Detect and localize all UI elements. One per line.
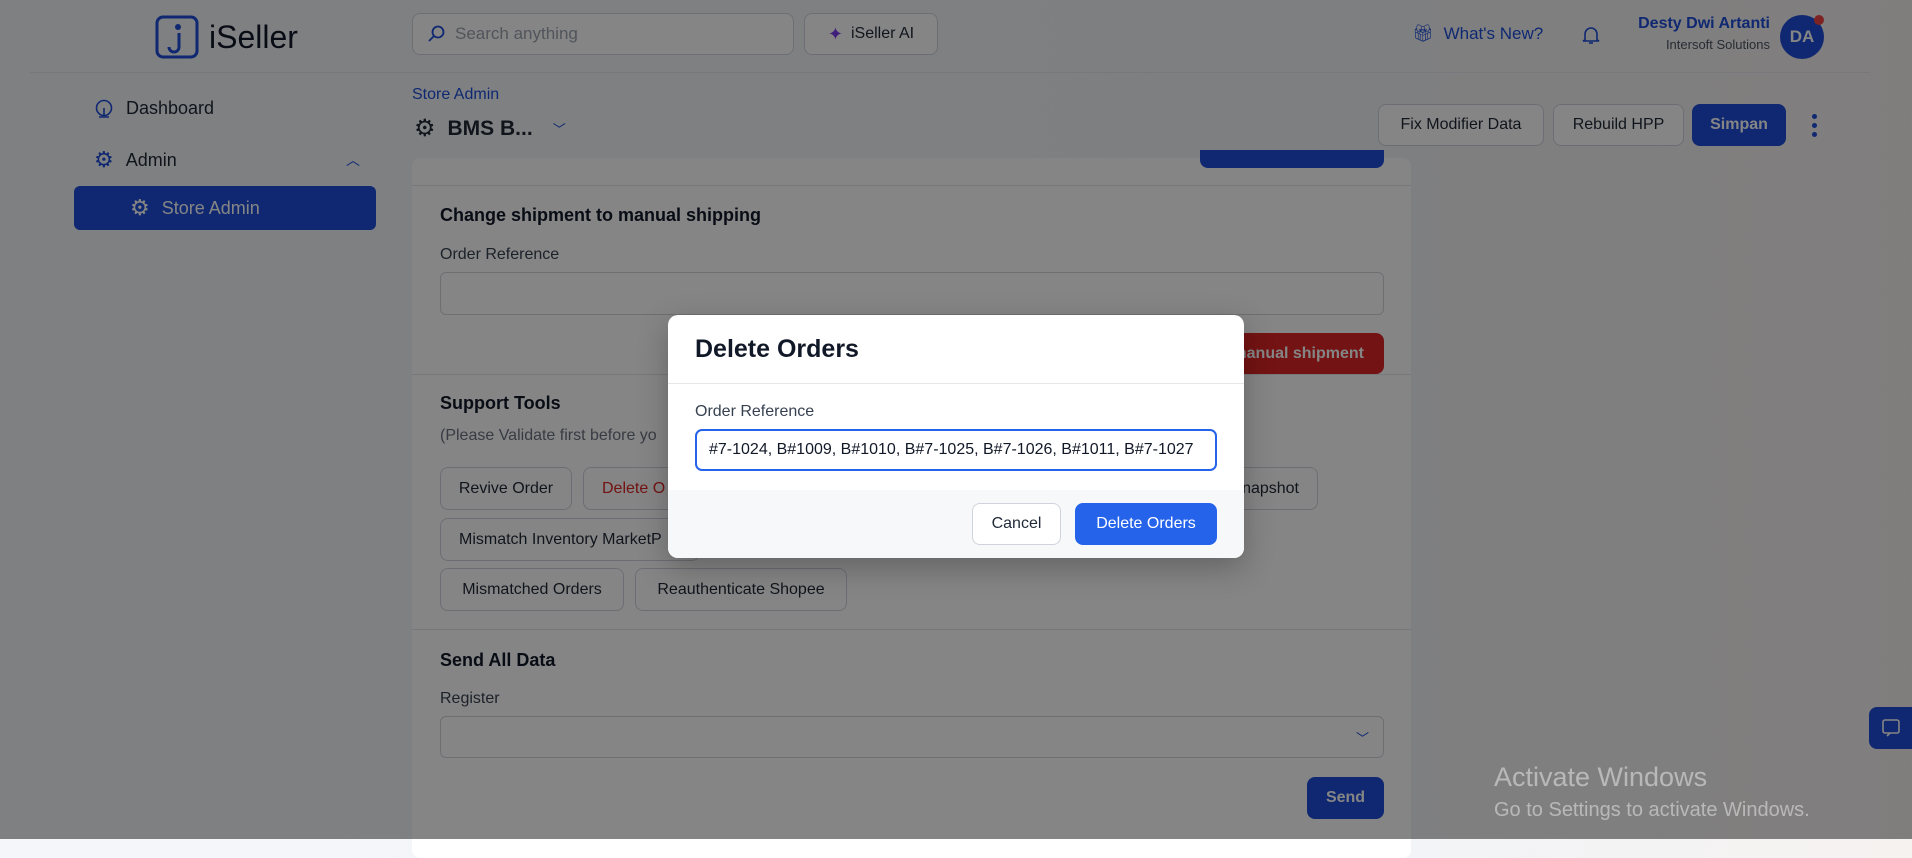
watermark-subtitle: Go to Settings to activate Windows. <box>1494 799 1810 822</box>
modal-order-label: Order Reference <box>695 403 814 421</box>
modal-title: Delete Orders <box>695 335 859 364</box>
modal-divider <box>668 383 1244 384</box>
confirm-delete-orders-button[interactable]: Delete Orders <box>1075 503 1217 545</box>
cancel-button[interactable]: Cancel <box>972 503 1061 545</box>
delete-orders-modal: Delete Orders Order Reference #7-1024, B… <box>668 315 1244 558</box>
modal-order-input[interactable]: #7-1024, B#1009, B#1010, B#7-1025, B#7-1… <box>695 429 1217 471</box>
activate-windows-watermark: Activate Windows Go to Settings to activ… <box>1494 762 1810 822</box>
watermark-title: Activate Windows <box>1494 762 1810 793</box>
